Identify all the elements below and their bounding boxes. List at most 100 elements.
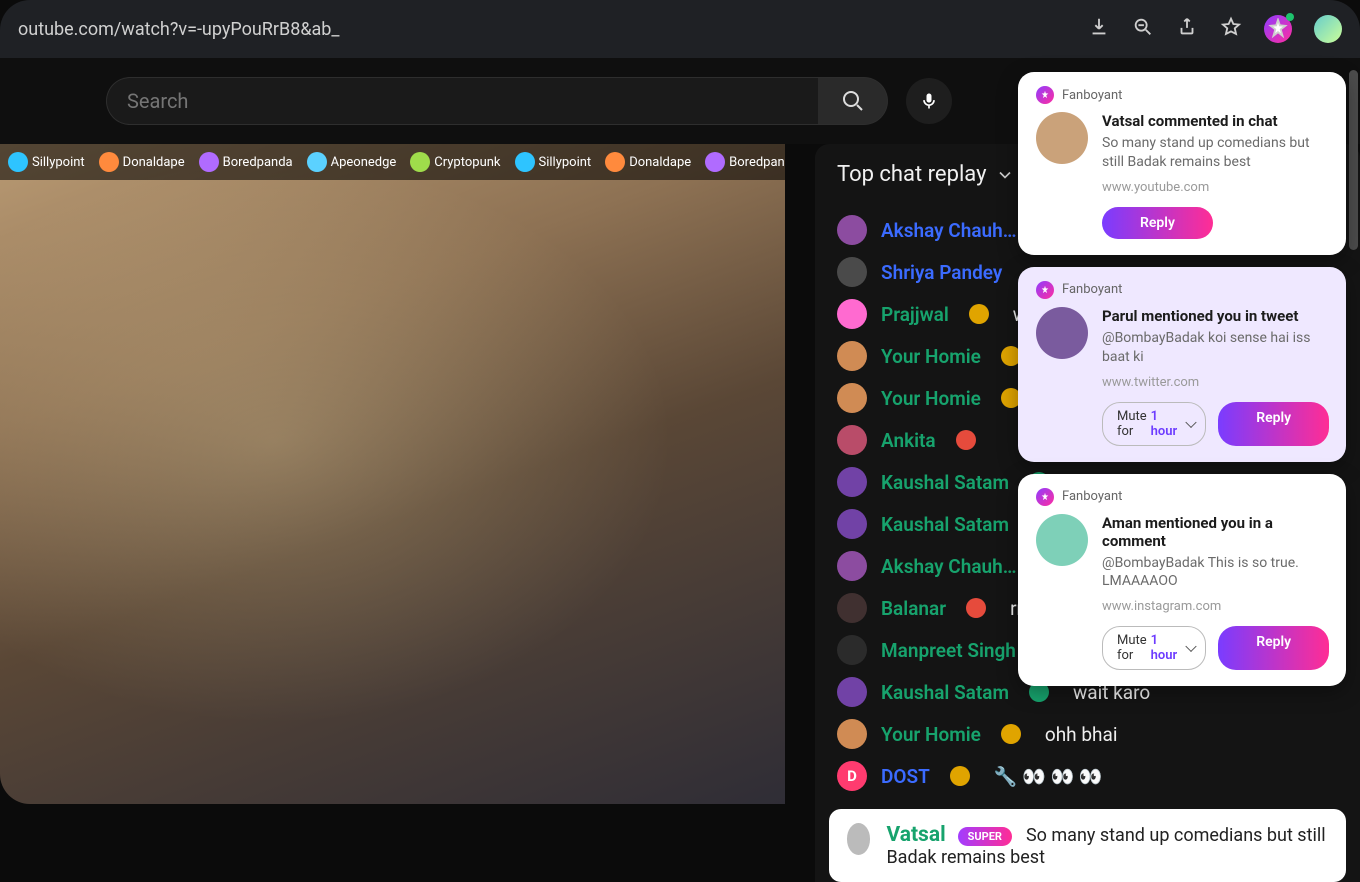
creator-avatar-icon <box>605 152 625 172</box>
mute-label: Mute for <box>1117 409 1147 439</box>
reply-button[interactable]: Reply <box>1102 207 1213 239</box>
chat-avatar <box>837 215 867 245</box>
reply-button[interactable]: Reply <box>1218 402 1329 446</box>
chat-avatar <box>837 551 867 581</box>
creator-name: Apeonedge <box>331 155 397 170</box>
chat-user-name: Ankita <box>881 429 936 452</box>
card-profile-avatar <box>1036 112 1088 164</box>
pinned-text: So many stand up comedians but still Bad… <box>886 825 1325 868</box>
creator-name: Cryptopunk <box>434 155 500 170</box>
chat-avatar <box>837 467 867 497</box>
creator-chip[interactable]: Donaldape <box>99 152 185 172</box>
pinned-chat-message[interactable]: Vatsal SUPER So many stand up comedians … <box>829 809 1346 882</box>
super-chat-badge: SUPER <box>958 827 1012 846</box>
address-bar-url[interactable]: outube.com/watch?v=-upyPouRrB8&ab_ <box>18 19 1070 40</box>
card-action-row: Reply <box>1102 207 1328 239</box>
creator-ticker-strip: Sillypoint Donaldape Boredpanda Apeonedge Cr… <box>0 144 785 180</box>
chat-user-badge-icon <box>969 304 989 324</box>
chat-message[interactable]: DDOST🔧 👀 👀 👀 <box>815 755 1360 797</box>
creator-chip[interactable]: Donaldape <box>605 152 691 172</box>
card-message: So many stand up comedians but still Bad… <box>1102 134 1328 172</box>
card-message: @BombayBadak koi sense hai iss baat ki <box>1102 329 1328 367</box>
video-frame-illustration <box>0 144 785 804</box>
search-input[interactable] <box>106 77 818 125</box>
chat-avatar <box>837 341 867 371</box>
profile-avatar[interactable] <box>1314 15 1342 43</box>
pinned-avatar <box>847 823 870 855</box>
creator-chip[interactable]: Sillypoint <box>515 152 592 172</box>
reply-button[interactable]: Reply <box>1218 626 1329 670</box>
creator-chip[interactable]: Boredpanda <box>199 152 293 172</box>
card-source-site: www.twitter.com <box>1102 375 1328 390</box>
chat-header-label: Top chat replay <box>837 162 987 187</box>
card-title: Parul mentioned you in tweet <box>1102 307 1328 325</box>
chat-user-name: Balanar <box>881 597 946 620</box>
creator-chip[interactable]: Apeonedge <box>307 152 397 172</box>
mute-dropdown[interactable]: Mute for 1 hour <box>1102 626 1206 670</box>
voice-search-button[interactable] <box>906 78 952 124</box>
notification-card: Fanboyant Aman mentioned you in a comment… <box>1018 474 1346 687</box>
chat-user-name: Manpreet Singh <box>881 639 1016 662</box>
chat-avatar <box>837 257 867 287</box>
card-message: @BombayBadak This is so true. LMAAAAOO <box>1102 554 1328 592</box>
chat-avatar <box>837 425 867 455</box>
chat-user-name: Prajjwal <box>881 303 949 326</box>
card-title: Aman mentioned you in a comment <box>1102 514 1328 550</box>
chat-avatar <box>837 593 867 623</box>
download-icon[interactable] <box>1088 16 1110 42</box>
video-player[interactable]: Sillypoint Donaldape Boredpanda Apeonedge Cr… <box>0 144 785 804</box>
creator-chip[interactable]: Cryptopunk <box>410 152 500 172</box>
chat-user-name: Akshay Chauh… <box>881 555 1017 578</box>
creator-avatar-icon <box>199 152 219 172</box>
chat-user-name: Akshay Chauh… <box>881 219 1017 242</box>
chat-user-badge-icon <box>966 598 986 618</box>
chat-user-badge-icon <box>956 430 976 450</box>
fanboyant-logo-icon <box>1036 86 1054 104</box>
creator-name: Donaldape <box>629 155 691 170</box>
chat-avatar <box>837 677 867 707</box>
creator-name: Boredpanda <box>729 155 785 170</box>
zoom-icon[interactable] <box>1132 16 1154 42</box>
chat-user-name: Kaushal Satam <box>881 681 1009 704</box>
browser-chrome-bar: outube.com/watch?v=-upyPouRrB8&ab_ <box>0 0 1360 58</box>
chat-user-badge-icon <box>1001 724 1021 744</box>
chat-user-badge-icon <box>950 766 970 786</box>
creator-avatar-icon <box>8 152 28 172</box>
chat-avatar <box>837 635 867 665</box>
star-icon[interactable] <box>1220 16 1242 42</box>
creator-name: Sillypoint <box>32 155 85 170</box>
creator-chip[interactable]: Sillypoint <box>8 152 85 172</box>
chat-message[interactable]: Your Homieohh bhai <box>815 713 1360 755</box>
chat-user-name: Your Homie <box>881 387 981 410</box>
card-source-site: www.instagram.com <box>1102 599 1328 614</box>
chat-avatar: D <box>837 761 867 791</box>
creator-name: Boredpanda <box>223 155 293 170</box>
pinned-user-name: Vatsal <box>886 823 945 847</box>
page-scrollbar-thumb[interactable] <box>1349 70 1358 250</box>
card-title: Vatsal commented in chat <box>1102 112 1328 130</box>
share-icon[interactable] <box>1176 16 1198 42</box>
card-action-row: Mute for 1 hour Reply <box>1102 626 1328 670</box>
creator-chip[interactable]: Boredpanda <box>705 152 785 172</box>
mute-duration: 1 hour <box>1151 409 1178 439</box>
mute-duration: 1 hour <box>1151 633 1178 663</box>
card-brand-name: Fanboyant <box>1062 88 1122 103</box>
creator-name: Sillypoint <box>539 155 592 170</box>
card-body: Parul mentioned you in tweet @BombayBadak… <box>1036 307 1328 390</box>
card-body: Aman mentioned you in a comment @BombayBa… <box>1036 514 1328 615</box>
fanboyant-logo-icon <box>1036 281 1054 299</box>
chrome-action-icons <box>1088 15 1342 43</box>
chat-text: ohh bhai <box>1045 723 1118 746</box>
creator-avatar-icon <box>99 152 119 172</box>
creator-name: Donaldape <box>123 155 185 170</box>
search-button[interactable] <box>818 77 888 125</box>
card-brand: Fanboyant <box>1036 86 1328 104</box>
card-profile-avatar <box>1036 514 1088 566</box>
fanboyant-logo-icon <box>1036 488 1054 506</box>
fanboyant-extension-icon[interactable] <box>1264 15 1292 43</box>
chevron-down-icon <box>995 165 1015 185</box>
card-profile-avatar <box>1036 307 1088 359</box>
chat-avatar <box>837 383 867 413</box>
card-brand: Fanboyant <box>1036 488 1328 506</box>
mute-dropdown[interactable]: Mute for 1 hour <box>1102 402 1206 446</box>
